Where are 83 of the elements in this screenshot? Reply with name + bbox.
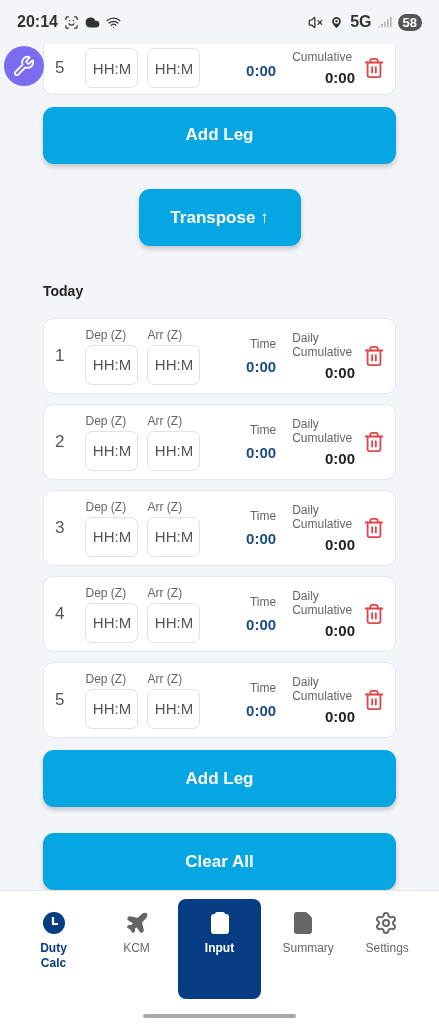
wifi-icon xyxy=(105,14,121,30)
delete-button[interactable] xyxy=(363,603,385,626)
trash-icon xyxy=(363,345,385,368)
clock-icon xyxy=(41,911,66,935)
departure-field[interactable]: HH:M xyxy=(85,688,139,729)
cumulative-value: 0:00 xyxy=(324,364,355,382)
mute-icon xyxy=(308,14,324,30)
time-label: Time xyxy=(249,681,277,696)
cumulative-label: Daily Cumulative xyxy=(292,503,354,532)
trash-icon xyxy=(363,57,385,79)
leg-time: 0:00 xyxy=(246,702,277,720)
departure-field[interactable]: HH:M xyxy=(85,344,139,385)
section-title: Today xyxy=(43,283,85,300)
departure-field[interactable]: HH:M xyxy=(85,602,139,643)
cumulative-value: 0:00 xyxy=(324,536,355,554)
delete-button[interactable] xyxy=(363,345,385,368)
battery-level: 58 xyxy=(397,13,422,31)
departure-field[interactable]: HH:M xyxy=(85,516,139,557)
location-icon xyxy=(329,14,345,30)
screenshot-icon xyxy=(63,14,79,30)
leg-time: 0:00 xyxy=(246,530,277,548)
trash-icon xyxy=(363,689,385,712)
delete-button[interactable] xyxy=(363,517,385,540)
field-label: Arr (Z) xyxy=(147,327,183,342)
nav-tab[interactable]: KCM xyxy=(95,899,178,999)
cumulative-value: 0:00 xyxy=(324,450,355,468)
settings-icon xyxy=(373,911,398,935)
leg-number: 5 xyxy=(55,690,66,711)
field-label: Arr (Z) xyxy=(147,499,183,514)
clock-time: 20:14 xyxy=(17,13,58,31)
cumulative-label: Daily Cumulative xyxy=(292,675,354,704)
trash-icon xyxy=(363,431,385,454)
trash-icon xyxy=(363,603,385,626)
leg-time: 0:00 xyxy=(246,616,277,634)
cloud-icon xyxy=(84,14,100,30)
arrival-field[interactable]: HH:M xyxy=(147,602,201,643)
departure-field[interactable]: HH:M xyxy=(85,430,139,471)
field-label: Dep (Z) xyxy=(85,499,127,514)
leg-number: 2 xyxy=(55,432,66,453)
field-label: Arr (Z) xyxy=(147,585,183,600)
cumulative-value: 0:00 xyxy=(324,69,355,86)
field-label: Dep (Z) xyxy=(85,413,127,428)
delete-button[interactable] xyxy=(363,689,385,712)
time-label: Time xyxy=(249,337,277,352)
arrival-field[interactable]: HH:M xyxy=(147,516,201,557)
signal-icon xyxy=(377,15,392,29)
cumulative-value: 0:00 xyxy=(324,622,355,640)
cumulative-label: Daily Cumulative xyxy=(292,589,354,618)
time-label: Time xyxy=(249,423,277,438)
leg-number: 3 xyxy=(55,518,66,539)
departure-field[interactable]: HH:M xyxy=(85,48,139,88)
field-label: Arr (Z) xyxy=(147,413,183,428)
leg-time: 0:00 xyxy=(246,61,277,79)
time-label: Time xyxy=(249,595,277,610)
nav-tab[interactable]: Summary xyxy=(261,899,344,999)
arrival-field[interactable]: HH:M xyxy=(147,344,201,385)
leg-time: 0:00 xyxy=(246,444,277,462)
field-label: Dep (Z) xyxy=(85,327,127,342)
nav-tab[interactable]: Duty Calc xyxy=(12,899,95,999)
arrival-field[interactable]: HH:M xyxy=(147,48,201,88)
field-label: Dep (Z) xyxy=(85,671,127,686)
nav-tab[interactable]: Settings xyxy=(344,899,427,999)
tools-button[interactable] xyxy=(4,46,44,86)
cumulative-label: Daily Cumulative xyxy=(292,331,354,360)
wrench-icon xyxy=(13,55,35,77)
field-label: Dep (Z) xyxy=(85,585,127,600)
leg-time: 0:00 xyxy=(246,358,277,376)
field-label: Arr (Z) xyxy=(147,671,183,686)
time-label: Time xyxy=(249,509,277,524)
delete-button[interactable] xyxy=(363,57,385,79)
leg-number: 4 xyxy=(55,604,66,625)
trash-icon xyxy=(363,517,385,540)
arrival-field[interactable]: HH:M xyxy=(147,430,201,471)
cumulative-label: Cumulative xyxy=(292,50,353,64)
cumulative-value: 0:00 xyxy=(324,708,355,726)
leg-number: 1 xyxy=(55,346,66,367)
cumulative-label: Daily Cumulative xyxy=(292,417,354,446)
plane-icon xyxy=(124,911,149,935)
nav-tab[interactable]: Input xyxy=(178,899,261,999)
delete-button[interactable] xyxy=(363,431,385,454)
arrival-field[interactable]: HH:M xyxy=(147,688,201,729)
network-type: 5G xyxy=(350,13,372,31)
leg-number: 5 xyxy=(55,58,66,78)
